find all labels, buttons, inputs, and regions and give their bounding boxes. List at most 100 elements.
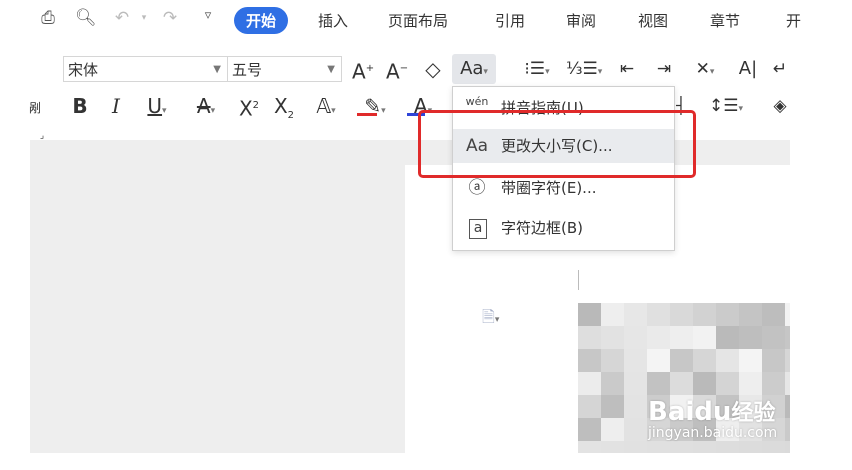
undo-dropdown-icon[interactable]: ▾	[134, 13, 154, 33]
numbering-icon[interactable]: ⅓☰▾	[566, 57, 602, 84]
mosaic-cell	[578, 326, 601, 349]
font-name-select[interactable]: 宋体 ▼	[63, 56, 228, 82]
chevron-down-icon: ▼	[213, 64, 221, 75]
mosaic-cell	[601, 395, 624, 418]
character-border-icon: a	[469, 219, 487, 239]
tab-insert[interactable]: 插入	[318, 10, 348, 31]
show-paragraph-marks-icon[interactable]: ↵	[770, 57, 790, 81]
change-case-label: Aa	[460, 58, 484, 79]
mosaic-cell	[785, 418, 790, 441]
mosaic-cell	[624, 303, 647, 326]
shading-icon[interactable]: ◈	[770, 94, 790, 118]
mosaic-cell	[693, 326, 716, 349]
mosaic-cell	[785, 441, 790, 453]
left-margin	[0, 140, 30, 453]
ribbon-left-edge-label: 剐	[28, 101, 41, 115]
mosaic-cell	[601, 349, 624, 372]
font-size-select[interactable]: 五号 ▼	[227, 56, 342, 82]
mosaic-cell	[601, 372, 624, 395]
mosaic-cell	[647, 326, 670, 349]
mosaic-cell	[716, 303, 739, 326]
menu-item-label: 字符边框(B)	[501, 219, 583, 237]
mosaic-cell	[785, 326, 790, 349]
italic-icon[interactable]: I	[106, 94, 126, 118]
strikethrough-icon[interactable]: A▾	[187, 94, 225, 123]
mosaic-cell	[624, 395, 647, 418]
mosaic-cell	[670, 326, 693, 349]
mosaic-cell	[647, 349, 670, 372]
highlight-icon[interactable]: ✎▾	[356, 94, 394, 123]
mosaic-cell	[693, 441, 716, 453]
mosaic-cell	[716, 349, 739, 372]
mosaic-cell	[624, 418, 647, 441]
mosaic-cell	[762, 372, 785, 395]
tab-review[interactable]: 审阅	[566, 10, 596, 31]
mosaic-cell	[647, 441, 670, 453]
mosaic-cell	[624, 441, 647, 453]
subscript-icon[interactable]: X2	[270, 94, 298, 128]
chevron-down-icon: ▼	[327, 64, 335, 75]
text-direction-icon[interactable]: A|	[735, 57, 761, 81]
clear-format-icon[interactable]: ◇	[421, 57, 445, 81]
highlight-color-bar	[357, 113, 377, 116]
mosaic-cell	[739, 441, 762, 453]
mosaic-cell	[624, 349, 647, 372]
mosaic-cell	[601, 326, 624, 349]
mosaic-cell	[785, 349, 790, 372]
bullets-icon[interactable]: ⁝☰▾	[520, 57, 554, 84]
text-effect-icon[interactable]: 𝔸▾	[307, 94, 345, 123]
tab-truncated[interactable]: 开	[786, 10, 801, 31]
tab-view[interactable]: 视图	[638, 10, 668, 31]
mosaic-cell	[739, 349, 762, 372]
mosaic-cell	[762, 303, 785, 326]
mosaic-cell	[601, 418, 624, 441]
increase-indent-icon[interactable]: ⇥	[651, 57, 677, 81]
paste-options-icon[interactable]: 🗎︎▾	[482, 306, 499, 333]
underline-icon[interactable]: U▾	[138, 94, 176, 123]
mosaic-cell	[670, 372, 693, 395]
tab-home[interactable]: 开始	[234, 7, 289, 34]
highlight-annotation-box	[418, 110, 696, 178]
mosaic-cell	[670, 303, 693, 326]
tab-page-layout[interactable]: 页面布局	[388, 10, 448, 31]
mosaic-cell	[693, 303, 716, 326]
mosaic-cell	[716, 441, 739, 453]
change-case-button[interactable]: Aa▾	[452, 54, 496, 84]
chinese-layout-icon[interactable]: ✕▾	[688, 57, 722, 84]
watermark-url: jingyan.baidu.com	[648, 425, 778, 441]
mosaic-cell	[578, 303, 601, 326]
mosaic-cell	[578, 372, 601, 395]
mosaic-cell	[716, 372, 739, 395]
mosaic-cell	[693, 372, 716, 395]
customize-toolbar-icon[interactable]: ▿	[198, 8, 218, 28]
line-spacing-icon[interactable]: ↕☰▾	[708, 94, 744, 121]
mosaic-cell	[716, 326, 739, 349]
decrease-font-size-icon[interactable]: A−	[386, 57, 408, 84]
mosaic-cell	[785, 372, 790, 395]
increase-font-size-icon[interactable]: A+	[352, 57, 374, 84]
mosaic-cell	[785, 395, 790, 418]
mosaic-cell	[785, 303, 790, 326]
mosaic-cell	[624, 372, 647, 395]
tab-chapter[interactable]: 章节	[710, 10, 740, 31]
print-preview-icon[interactable]: 🔍︎	[75, 8, 97, 28]
mosaic-cell	[578, 349, 601, 372]
watermark-jingyan: 经验	[731, 401, 776, 426]
superscript-icon[interactable]: X2	[235, 94, 263, 121]
mosaic-cell	[578, 441, 601, 453]
bold-icon[interactable]: B	[70, 94, 90, 118]
undo-icon[interactable]: ↶	[112, 8, 132, 28]
mosaic-cell	[601, 441, 624, 453]
print-icon[interactable]: ⎙	[38, 8, 58, 28]
menu-item-character-border[interactable]: a 字符边框(B)	[453, 211, 674, 245]
mosaic-cell	[739, 326, 762, 349]
chevron-down-icon: ▾	[483, 67, 488, 77]
redo-icon[interactable]: ↷	[160, 8, 180, 28]
mosaic-cell	[693, 349, 716, 372]
mosaic-cell	[647, 303, 670, 326]
font-name-value: 宋体	[68, 61, 99, 79]
mosaic-cell	[670, 441, 693, 453]
tab-references[interactable]: 引用	[495, 10, 525, 31]
decrease-indent-icon[interactable]: ⇤	[614, 57, 640, 81]
mosaic-cell	[739, 372, 762, 395]
